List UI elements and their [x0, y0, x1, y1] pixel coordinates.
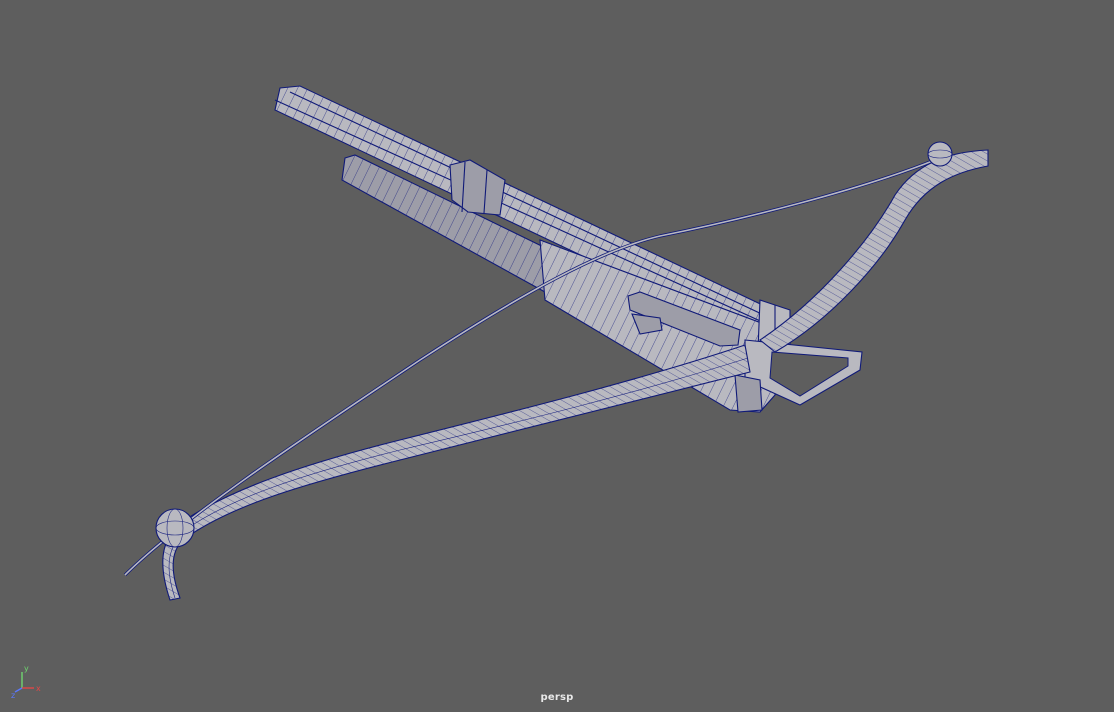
camera-name-label: persp — [540, 692, 574, 703]
y-axis-label: y — [24, 664, 29, 673]
crossbow-model[interactable] — [0, 0, 1114, 712]
bow-tip-sphere-left[interactable] — [155, 508, 195, 548]
bow-tip-sphere-right[interactable] — [927, 141, 953, 167]
crossbow-stock[interactable] — [274, 85, 863, 413]
viewport-persp[interactable]: y x z persp — [0, 0, 1114, 712]
